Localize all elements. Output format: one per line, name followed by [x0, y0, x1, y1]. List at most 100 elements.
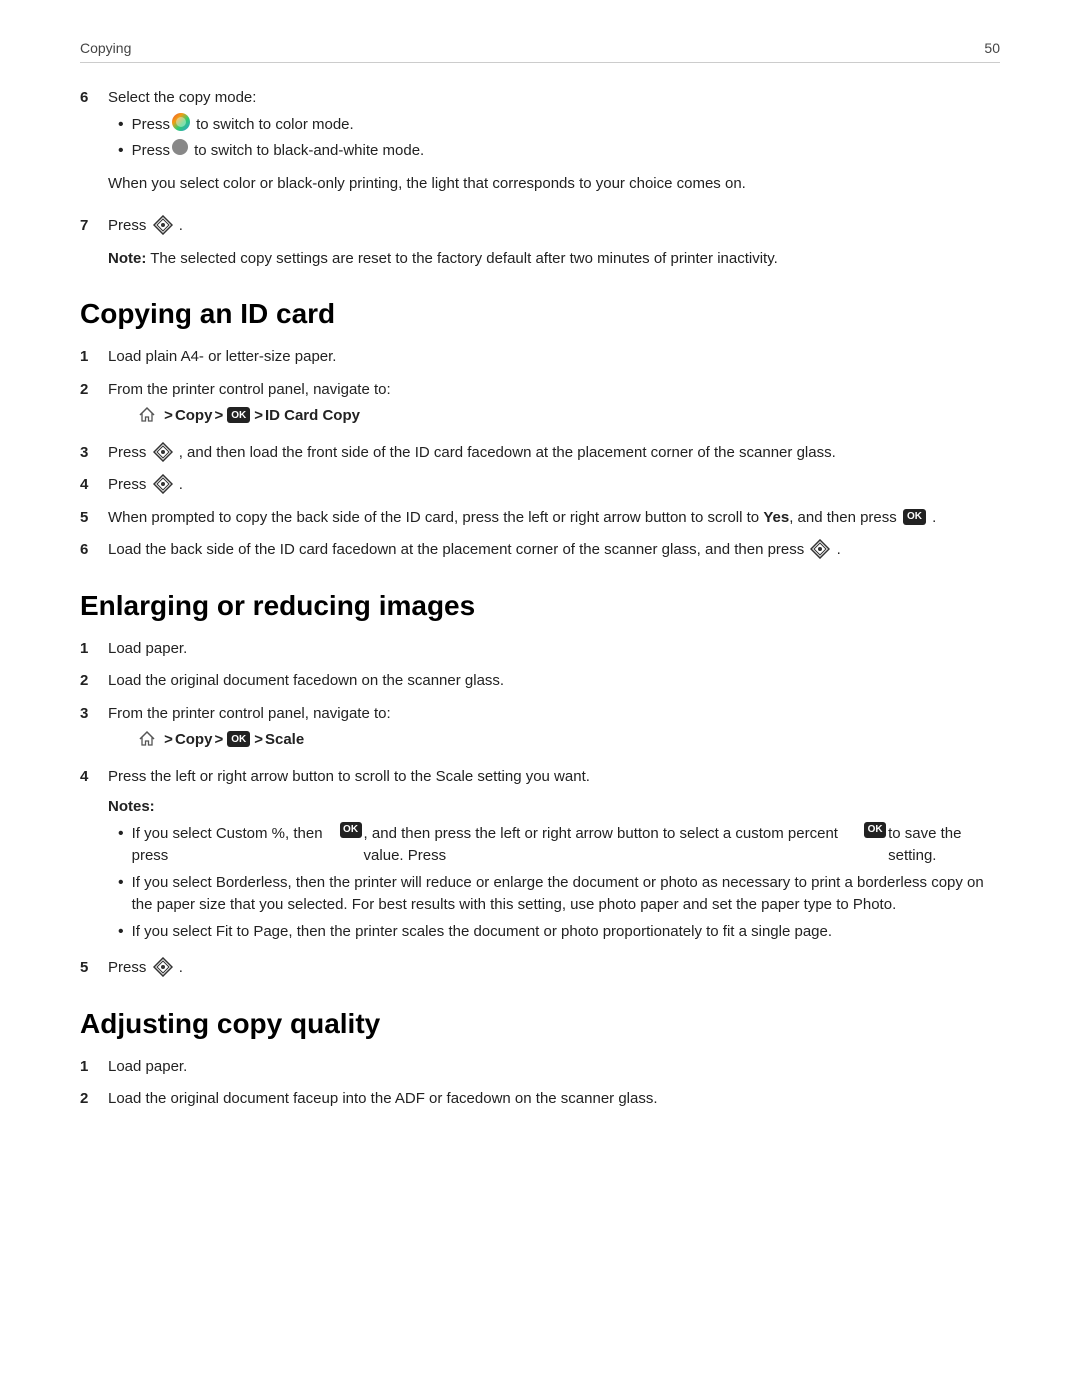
quality-step-2-text: Load the original document faceup into t… [108, 1090, 658, 1107]
section-enlarge-heading: Enlarging or reducing images [80, 590, 1000, 622]
id-nav-path: > Copy > OK > ID Card Copy [136, 405, 1000, 428]
id-step-6-content: Load the back side of the ID card facedo… [108, 539, 1000, 562]
id-card-steps: 1 Load plain A4- or letter-size paper. 2… [80, 346, 1000, 562]
enlarge-notes-list: If you select Custom %, then press OK , … [108, 823, 1000, 944]
enlarge-note-3-text: If you select Fit to Page, then the prin… [132, 921, 832, 944]
enlarge-step-1-num: 1 [80, 638, 108, 661]
id-step-2: 2 From the printer control panel, naviga… [80, 379, 1000, 432]
id-nav-label: ID Card Copy [265, 405, 360, 428]
id-step-2-num: 2 [80, 379, 108, 402]
note-block: Note: The selected copy settings are res… [108, 248, 1000, 271]
id-step-2-content: From the printer control panel, navigate… [108, 379, 1000, 432]
start-button-enlarge5 [153, 957, 173, 977]
enlarge-step-1-text: Load paper. [108, 640, 187, 657]
bullet-color: Press to switch to color mode. [108, 114, 1000, 137]
ok-btn-note1b: OK [864, 822, 886, 838]
home-icon-enlarge [138, 730, 156, 748]
enlarge-step-4: 4 Press the left or right arrow button t… [80, 766, 1000, 948]
step6-wrapper: 6 Select the copy mode: Press to switch … [80, 87, 1000, 270]
step-7-press: Press [108, 217, 146, 234]
enlarge-step-5-content: Press . [108, 957, 1000, 980]
step-6-content: Select the copy mode: Press to switch to… [108, 87, 1000, 205]
enlarge-step-4-content: Press the left or right arrow button to … [108, 766, 1000, 948]
id-step-3-press: Press [108, 444, 151, 461]
start-button-id3 [153, 442, 173, 462]
section-id-card-heading: Copying an ID card [80, 298, 1000, 330]
enlarge-step-2-text: Load the original document facedown on t… [108, 672, 504, 689]
ok-btn-enlarge-nav: OK [227, 731, 250, 747]
section-quality-heading: Adjusting copy quality [80, 1008, 1000, 1040]
id-nav-gt2: > [214, 405, 223, 428]
id-step-5: 5 When prompted to copy the back side of… [80, 507, 1000, 530]
step-6: 6 Select the copy mode: Press to switch … [80, 87, 1000, 205]
note-bold: Note: [108, 250, 146, 267]
header-bar: Copying 50 [80, 40, 1000, 63]
enlarge-step-3: 3 From the printer control panel, naviga… [80, 703, 1000, 756]
header-section-title: Copying [80, 40, 131, 56]
enlarge-step-5-dot: . [179, 959, 183, 976]
id-step-5-text: When prompted to copy the back side of t… [108, 509, 901, 526]
step-6-note: When you select color or black-only prin… [108, 173, 1000, 196]
ok-btn-id5: OK [903, 509, 926, 525]
enlarge-note-1-text: If you select Custom %, then press [132, 823, 338, 868]
id-nav-gt3: > [254, 405, 263, 428]
id-step-4-press: Press [108, 476, 151, 493]
quality-step-1-num: 1 [80, 1056, 108, 1079]
id-step-3-rest: , and then load the front side of the ID… [179, 444, 836, 461]
home-icon-id [138, 406, 156, 424]
id-step-3-num: 3 [80, 442, 108, 465]
color-mode-text: to switch to color mode. [192, 114, 354, 137]
id-step-6-text: Load the back side of the ID card facedo… [108, 541, 808, 558]
id-step-5-end: . [932, 509, 936, 526]
enlarge-note-2: If you select Borderless, then the print… [108, 872, 1000, 917]
id-step-1: 1 Load plain A4- or letter-size paper. [80, 346, 1000, 369]
note-content: The selected copy settings are reset to … [150, 250, 778, 267]
id-step-4-content: Press . [108, 474, 1000, 497]
bw-mode-text: to switch to black-and-white mode. [190, 140, 424, 163]
start-button-id6 [810, 539, 830, 559]
quality-step-2-content: Load the original document faceup into t… [108, 1088, 1000, 1111]
enlarge-note-3: If you select Fit to Page, then the prin… [108, 921, 1000, 944]
enlarge-note-2-text: If you select Borderless, then the print… [132, 872, 1000, 917]
enlarge-nav-gt3: > [254, 729, 263, 752]
start-button-step7 [153, 215, 173, 235]
ok-btn-id-nav: OK [227, 407, 250, 423]
quality-step-1-content: Load paper. [108, 1056, 1000, 1079]
step-7: 7 Press . [80, 215, 1000, 238]
enlarge-step-5-press: Press [108, 959, 151, 976]
id-step-1-content: Load plain A4- or letter-size paper. [108, 346, 1000, 369]
bw-mode-icon [172, 139, 188, 155]
quality-step-1-text: Load paper. [108, 1058, 187, 1075]
id-step-4-dot: . [179, 476, 183, 493]
start-button-id4 [153, 474, 173, 494]
id-step-4-num: 4 [80, 474, 108, 497]
enlarge-step-4-num: 4 [80, 766, 108, 789]
enlarge-note-1: If you select Custom %, then press OK , … [108, 823, 1000, 868]
id-step-1-text: Load plain A4- or letter-size paper. [108, 348, 336, 365]
enlarge-steps: 1 Load paper. 2 Load the original docume… [80, 638, 1000, 980]
step-6-text: Select the copy mode: [108, 89, 256, 106]
id-step-6-num: 6 [80, 539, 108, 562]
enlarge-step-2-content: Load the original document facedown on t… [108, 670, 1000, 693]
id-step-2-text: From the printer control panel, navigate… [108, 381, 391, 398]
id-step-6-dot: . [837, 541, 841, 558]
enlarge-step-3-content: From the printer control panel, navigate… [108, 703, 1000, 756]
press-label-color: Press [132, 114, 170, 137]
step-6-num: 6 [80, 87, 108, 110]
id-nav-copy: Copy [175, 405, 213, 428]
enlarge-step-4-text: Press the left or right arrow button to … [108, 768, 590, 785]
id-step-3: 3 Press , and then load the front side o… [80, 442, 1000, 465]
id-step-1-num: 1 [80, 346, 108, 369]
page: Copying 50 6 Select the copy mode: Press… [0, 0, 1080, 1397]
bullet-bw: Press to switch to black-and-white mode. [108, 140, 1000, 163]
press-label-bw: Press [132, 140, 170, 163]
enlarge-step-3-num: 3 [80, 703, 108, 726]
enlarge-step-2-num: 2 [80, 670, 108, 693]
enlarge-step-2: 2 Load the original document facedown on… [80, 670, 1000, 693]
ok-btn-note1a: OK [340, 822, 362, 838]
step-7-dot: . [179, 217, 183, 234]
enlarge-nav-scale: Scale [265, 729, 304, 752]
quality-steps: 1 Load paper. 2 Load the original docume… [80, 1056, 1000, 1111]
enlarge-nav-gt2: > [214, 729, 223, 752]
quality-step-2: 2 Load the original document faceup into… [80, 1088, 1000, 1111]
